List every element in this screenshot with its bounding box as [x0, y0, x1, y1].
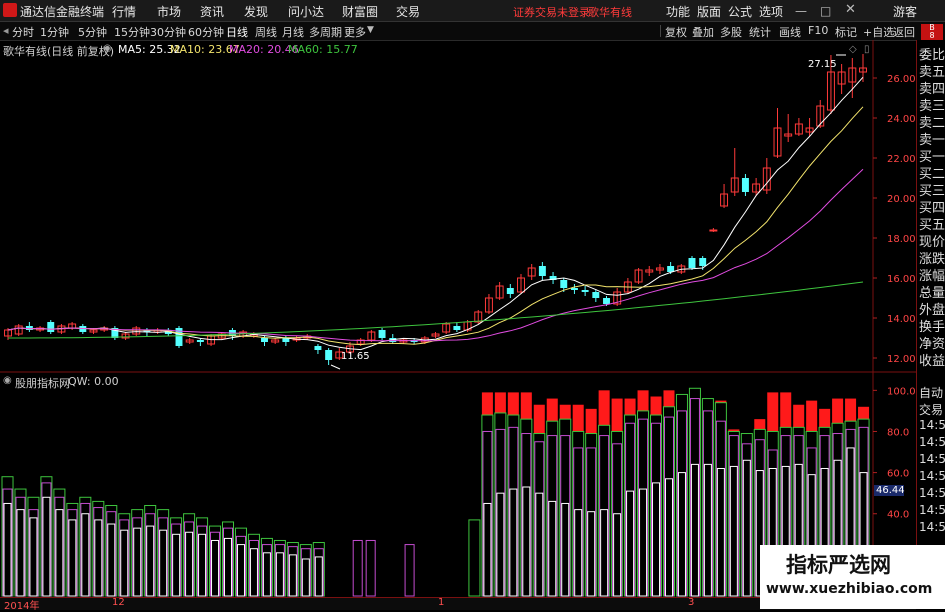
- y-tick-label: 20.00: [887, 194, 916, 205]
- watermark: 指标严选网 www.xuezhibiao.com: [760, 545, 945, 609]
- candle-body-down: [378, 330, 386, 338]
- candle-body-down: [314, 346, 322, 350]
- candle-body-down: [506, 288, 514, 294]
- chart-expand-icon[interactable]: ▯: [864, 44, 870, 55]
- x-axis-label-dec: 12: [112, 597, 125, 608]
- indicator-bar-green: [468, 519, 481, 597]
- low-marker: [330, 364, 341, 370]
- ma-line-ma10: [7, 106, 864, 346]
- chart-mode-icon[interactable]: ◇: [849, 44, 857, 55]
- indicator-y-tick-label: 80.0: [887, 427, 909, 438]
- candle-body-down: [581, 290, 589, 292]
- candle-body-down: [261, 338, 268, 342]
- indicator-last-value: 46.44: [874, 485, 905, 496]
- low-price-label: 11.65: [341, 351, 370, 362]
- trade-time-item: 14:56: [919, 520, 945, 534]
- candle-body-down: [47, 322, 55, 332]
- watermark-url: www.xuezhibiao.com: [766, 581, 933, 597]
- indicator-bar-purple: [365, 539, 376, 597]
- y-tick-label: 14.00: [887, 314, 916, 325]
- candle-body-down: [699, 258, 707, 266]
- y-tick-label: 16.00: [887, 274, 916, 285]
- y-tick-label: 12.00: [887, 354, 916, 365]
- candle-body-down: [592, 292, 600, 298]
- indicator-y-tick-label: 60.0: [887, 469, 909, 480]
- candle-body-down: [325, 350, 333, 360]
- candle-body-down: [196, 340, 204, 342]
- candle-body-down: [560, 280, 568, 288]
- candle-body-down: [603, 298, 610, 304]
- quote-item: 收益: [919, 354, 945, 369]
- y-tick-label: 26.00: [887, 74, 916, 85]
- indicator-y-tick-label: 100.0: [887, 386, 916, 397]
- ma-line-ma5: [7, 76, 864, 351]
- x-axis-label-year: 2014年: [4, 601, 40, 612]
- trade-time-item: 14:56: [919, 418, 945, 432]
- y-tick-label: 24.00: [887, 114, 916, 125]
- candle-body-up: [709, 229, 718, 232]
- flag-icon[interactable]: B8: [921, 24, 943, 40]
- x-axis-label-mar: 3: [688, 597, 695, 608]
- indicator-bar-purple: [352, 539, 363, 597]
- candle-body-down: [453, 326, 461, 330]
- y-tick-label: 18.00: [887, 234, 916, 245]
- candle-body-down: [688, 258, 696, 268]
- trade-time-item: 14:56: [919, 452, 945, 466]
- price-and-indicator-chart[interactable]: 12.00 14.00 16.00 18.00 20.00 22.00 24.00 26.00…: [0, 0, 916, 609]
- candle-body-down: [741, 178, 749, 192]
- watermark-title: 指标严选网: [786, 553, 891, 577]
- indicator-bar-purple: [404, 544, 415, 597]
- trade-time-item: 14:56: [919, 486, 945, 500]
- high-price-label: 27.15: [808, 59, 837, 70]
- trade-time-item: 14:56: [919, 503, 945, 517]
- candle-body-down: [667, 266, 675, 272]
- trade-time-item: 14:56: [919, 435, 945, 449]
- trade-time-item: 交易: [919, 403, 944, 417]
- x-axis-label-jan: 1: [438, 597, 445, 608]
- y-tick-label: 22.00: [887, 154, 916, 165]
- indicator-y-tick-label: 40.0: [887, 510, 909, 521]
- candle-body-down: [570, 288, 578, 290]
- trade-time-item: 14:56: [919, 469, 945, 483]
- candle-body-down: [538, 266, 546, 276]
- trade-time-item: 自动: [919, 386, 944, 400]
- candle-body-down: [25, 326, 33, 330]
